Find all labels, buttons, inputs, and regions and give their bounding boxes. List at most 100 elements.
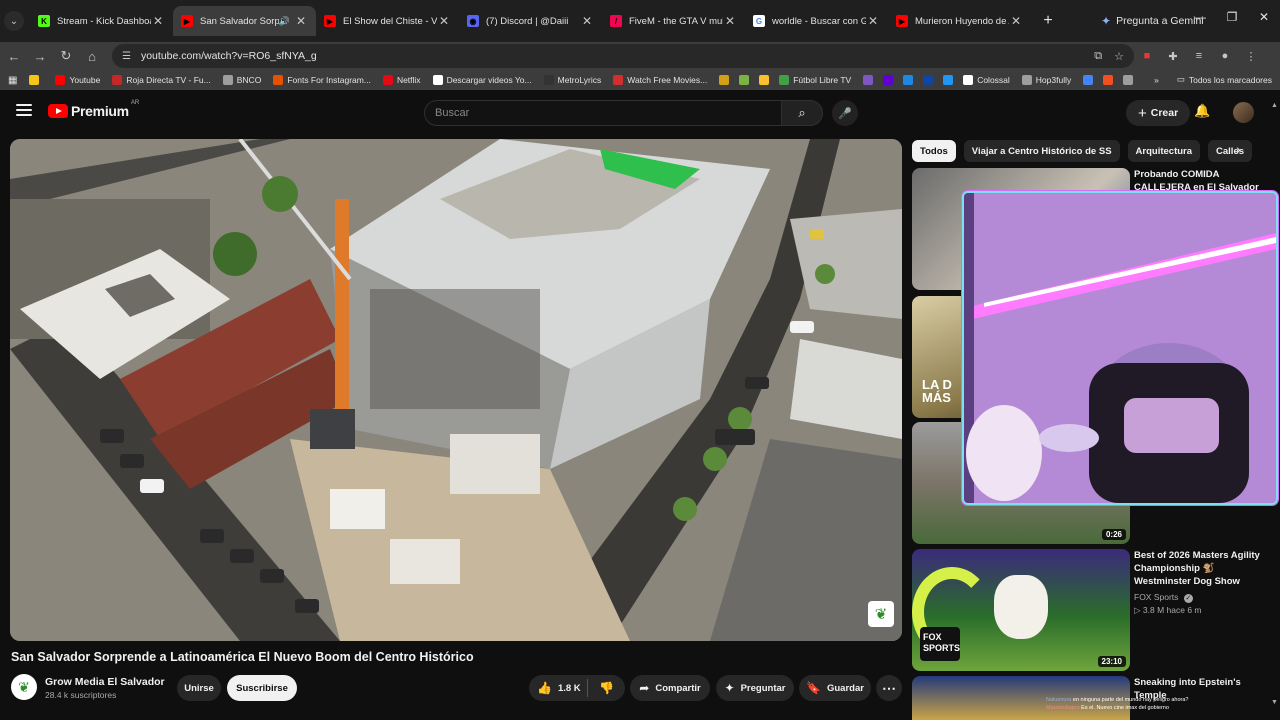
channel-name[interactable]: Grow Media El Salvador (45, 676, 165, 688)
home-icon[interactable]: ⌂ (80, 49, 104, 64)
tab-title: San Salvador Sorprende (200, 15, 279, 27)
tab-title: El Show del Chiste - VIDEO (343, 15, 437, 27)
bookmark-item[interactable]: Youtube (55, 75, 100, 85)
back-icon[interactable]: ← (2, 49, 26, 64)
more-bookmarks-icon[interactable]: » (1154, 75, 1159, 85)
like-button[interactable]: 👍 1.8 K (529, 681, 587, 695)
bookmark-item[interactable]: BNCO (222, 75, 261, 85)
new-tab-button[interactable]: + (1037, 10, 1059, 32)
bookmark-favicon-icon[interactable] (1103, 75, 1114, 85)
bookmark-item[interactable]: Fonts For Instagram... (273, 75, 371, 85)
restore-icon[interactable]: ❐ (1216, 10, 1248, 24)
search-input[interactable]: Buscar (424, 100, 782, 126)
close-tab-icon[interactable]: ✕ (1009, 14, 1023, 28)
browser-tab[interactable]: ▶ El Show del Chiste - VIDEO✕ (316, 6, 459, 36)
account-avatar[interactable] (1233, 102, 1254, 123)
reload-icon[interactable]: ↻ (54, 48, 78, 64)
more-dots-icon: ⋯ (882, 679, 896, 696)
media-controls-icon[interactable]: ≡ (1186, 50, 1212, 62)
bookmark-item[interactable]: Fútbol Libre TV (779, 75, 851, 85)
speaker-icon[interactable]: 🔊 (279, 16, 290, 27)
youtube-logo[interactable]: Premium AR (48, 100, 139, 119)
bookmark-favicon-icon[interactable] (1083, 75, 1094, 85)
dislike-button[interactable]: 👎 (588, 681, 625, 695)
video-player[interactable]: ❦ (10, 139, 902, 641)
browser-tab[interactable]: ▶ Murieron Huyendo de Alg✕ (888, 6, 1031, 36)
channel-watermark-icon[interactable]: ❦ (868, 601, 894, 627)
thumbs-down-icon: 👎 (599, 681, 614, 695)
bookmark-favicon-icon[interactable] (1123, 75, 1134, 85)
search-button[interactable]: ⌕ (781, 100, 823, 126)
bookmark-favicon-icon[interactable] (883, 75, 894, 85)
menu-icon[interactable] (16, 104, 32, 116)
close-window-icon[interactable]: ✕ (1248, 10, 1280, 24)
youtube-play-icon (48, 104, 68, 118)
more-actions-button[interactable]: ⋯ (876, 675, 902, 701)
share-button[interactable]: ➦ Compartir (630, 675, 710, 701)
apps-grid-icon[interactable]: ▦ (8, 75, 17, 86)
save-button[interactable]: 🔖 Guardar (799, 675, 871, 701)
voice-search-button[interactable]: 🎤 (832, 100, 858, 126)
related-title-4[interactable]: Best of 2026 Masters Agility Championshi… (1134, 549, 1266, 588)
extensions-puzzle-icon[interactable]: ✚ (1160, 50, 1186, 63)
create-button[interactable]: + Crear (1126, 100, 1191, 126)
bookmark-favicon-icon[interactable] (759, 75, 770, 85)
bookmark-favicon-icon[interactable] (719, 75, 730, 85)
browser-tab[interactable]: K Stream - Kick Dashboard✕ (30, 6, 173, 36)
filter-chip[interactable]: Todos (912, 140, 956, 162)
bookmark-star-icon[interactable]: ☆ (1114, 50, 1124, 63)
bookmark-item[interactable] (29, 75, 43, 85)
bookmark-item[interactable]: Descargar videos Yo... (432, 75, 532, 85)
bookmark-item[interactable]: Colossal (963, 75, 1010, 85)
filter-chip[interactable]: Arquitectura (1127, 140, 1201, 162)
url-text[interactable]: youtube.com/watch?v=RO6_sfNYA_g (141, 50, 1082, 62)
tab-search-button[interactable]: ⌄ (4, 11, 24, 31)
install-app-icon[interactable]: ⧉ (1094, 50, 1102, 63)
browser-tab[interactable]: ▶ San Salvador Sorprende🔊 ✕ (173, 6, 316, 36)
browser-tab[interactable]: / FiveM - the GTA V multipl✕ (602, 6, 745, 36)
filter-chip[interactable]: Calles (1208, 140, 1253, 162)
profile-icon[interactable]: ● (1212, 50, 1238, 62)
bookmark-favicon-icon[interactable] (923, 75, 934, 85)
scroll-down-icon[interactable]: ▼ (1271, 699, 1278, 706)
bookmark-favicon-icon[interactable] (943, 75, 954, 85)
page-scrollbar[interactable]: ▲ ▼ (1270, 98, 1280, 708)
browser-tab[interactable]: Gworldle - Buscar con Goog✕ (745, 6, 888, 36)
forward-icon[interactable]: → (28, 49, 52, 64)
bookmark-label: Youtube (69, 75, 101, 85)
related-channel-4[interactable]: FOX Sports ✓ (1134, 592, 1193, 603)
bookmark-favicon-icon (963, 75, 974, 85)
dog-shape (994, 575, 1048, 639)
bookmark-favicon-icon[interactable] (903, 75, 914, 85)
bookmark-item[interactable]: Hop3fully (1021, 75, 1071, 85)
chrome-menu-icon[interactable]: ⋮ (1238, 50, 1264, 63)
close-tab-icon[interactable]: ✕ (294, 14, 308, 28)
bookmark-favicon-icon[interactable] (863, 75, 874, 85)
chevron-right-icon[interactable]: › (1236, 141, 1241, 157)
subscribe-button[interactable]: Suscribirse (227, 675, 297, 701)
browser-tab[interactable]: ◉ (7) Discord | @Daiii ✕ (459, 6, 602, 36)
extension-red-icon[interactable]: ■ (1134, 50, 1160, 62)
close-tab-icon[interactable]: ✕ (437, 14, 451, 28)
bookmark-item[interactable]: Watch Free Movies... (613, 75, 707, 85)
close-tab-icon[interactable]: ✕ (723, 14, 737, 28)
join-button[interactable]: Unirse (177, 675, 221, 701)
filter-chip[interactable]: Viajar a Centro Histórico de SS (963, 140, 1120, 162)
bookmark-item[interactable]: MetroLyrics (543, 75, 601, 85)
site-info-icon[interactable]: ☰ (122, 51, 131, 62)
close-tab-icon[interactable]: ✕ (151, 14, 165, 28)
bookmark-item[interactable]: Netflix (382, 75, 421, 85)
related-thumbnail-4[interactable]: FOX SPORTS 23:10 (912, 549, 1130, 671)
close-tab-icon[interactable]: ✕ (866, 14, 880, 28)
bookmark-item[interactable]: Roja Directa TV - Fu... (112, 75, 211, 85)
close-tab-icon[interactable]: ✕ (580, 14, 594, 28)
minimize-icon[interactable]: — (1184, 10, 1216, 24)
ask-button[interactable]: ✦ Preguntar (716, 675, 794, 701)
thumbnail-text-2: LA D MÁS (922, 377, 952, 405)
omnibox[interactable]: ☰ youtube.com/watch?v=RO6_sfNYA_g ⧉ ☆ (112, 44, 1134, 68)
channel-avatar[interactable]: ❦ (11, 674, 37, 700)
bookmark-favicon-icon[interactable] (739, 75, 750, 85)
scroll-up-icon[interactable]: ▲ (1271, 102, 1278, 109)
notifications-bell-icon[interactable]: 🔔 (1194, 103, 1210, 119)
all-bookmarks-link[interactable]: Todos los marcadores (1189, 75, 1272, 85)
